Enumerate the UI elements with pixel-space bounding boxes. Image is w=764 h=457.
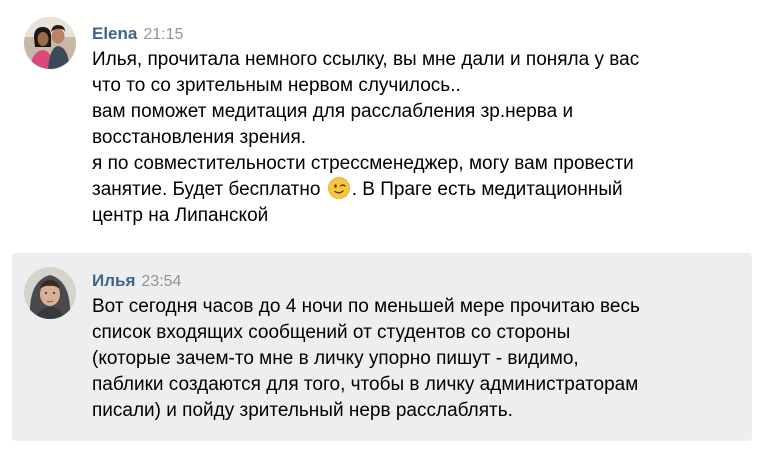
author-name[interactable]: Elena: [92, 24, 137, 43]
message-line: паблики создаются для того, чтобы в личк…: [92, 374, 639, 395]
message-line: центр на Липанской: [92, 205, 269, 226]
message-line: восстановления зрения.: [92, 127, 307, 148]
message-ilya: Илья 23:54 Вот сегодня часов до 4 ночи по…: [12, 253, 752, 441]
message-line: Вот сегодня часов до 4 ночи по меньшей м…: [92, 296, 640, 317]
message-time[interactable]: 23:54: [141, 273, 181, 290]
message-header: Илья 23:54: [92, 270, 181, 292]
message-text: Илья, прочитала немного ссылку, вы мне д…: [92, 47, 742, 229]
message-time[interactable]: 21:15: [143, 26, 183, 43]
message-text: Вот сегодня часов до 4 ночи по меньшей м…: [92, 294, 742, 424]
message-line: список входящих сообщений от студентов с…: [92, 322, 571, 343]
message-line: вам поможет медитация для расслабления з…: [92, 101, 574, 122]
avatar-ilya[interactable]: [24, 267, 76, 319]
avatar-elena[interactable]: [24, 17, 76, 69]
message-line-part: . В Праге есть медитационный: [351, 179, 623, 200]
message-line-part: занятие. Будет бесплатно: [92, 179, 321, 200]
winking-face-icon: [327, 177, 350, 199]
message-line: занятие. Будет бесплатно . В Праге есть …: [92, 177, 742, 203]
author-name[interactable]: Илья: [92, 271, 135, 290]
message-line: писали) и пойду зрительный нерв расслабл…: [92, 400, 513, 421]
message-header: Elena 21:15: [92, 23, 183, 45]
message-line: (которые зачем-то мне в личку упорно пиш…: [92, 348, 579, 369]
message-line: я по совместительности стрессменеджер, м…: [92, 153, 634, 174]
message-line: что то со зрительным нервом случилось..: [92, 75, 461, 96]
message-elena: Elena 21:15 Илья, прочитала немного ссылк…: [12, 0, 752, 246]
message-line: Илья, прочитала немного ссылку, вы мне д…: [92, 49, 640, 70]
